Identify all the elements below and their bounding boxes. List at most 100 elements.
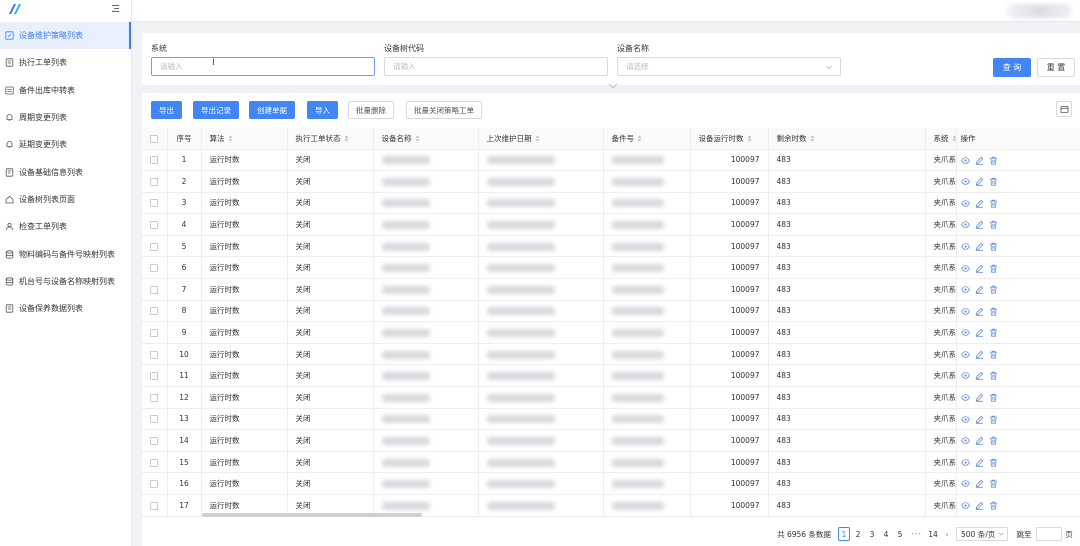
edit-pen-icon[interactable] bbox=[975, 436, 984, 445]
delete-trash-icon[interactable] bbox=[989, 285, 998, 294]
column-settings-button[interactable] bbox=[1056, 101, 1072, 117]
delete-trash-icon[interactable] bbox=[989, 199, 998, 208]
system-header[interactable]: 系统 bbox=[925, 128, 957, 150]
delete-trash-icon[interactable] bbox=[989, 458, 998, 467]
edit-pen-icon[interactable] bbox=[975, 350, 984, 359]
sidebar-item-device-info[interactable]: 设备基础信息列表 bbox=[0, 158, 131, 185]
select-all-header[interactable] bbox=[142, 128, 168, 150]
row-select-cell[interactable] bbox=[142, 429, 168, 452]
table-row[interactable]: 5 运行时数 关闭 100097 483 夹爪系 bbox=[142, 235, 1080, 258]
edit-pen-icon[interactable] bbox=[975, 307, 984, 316]
table-row[interactable]: 14 运行时数 关闭 100097 483 夹爪系 bbox=[142, 429, 1080, 452]
horizontal-scrollbar[interactable] bbox=[202, 513, 422, 517]
view-eye-icon[interactable] bbox=[960, 436, 970, 445]
sort-icon[interactable] bbox=[535, 135, 540, 142]
create-ticket-button[interactable]: 创建单据 bbox=[249, 101, 295, 119]
tree-code-input[interactable] bbox=[384, 57, 608, 76]
row-select-cell[interactable] bbox=[142, 256, 168, 280]
view-eye-icon[interactable] bbox=[960, 479, 970, 488]
user-avatar[interactable] bbox=[1006, 4, 1072, 18]
device-name-select[interactable] bbox=[617, 57, 841, 76]
sidebar-item-maintenance-data[interactable]: 设备保养数据列表 bbox=[0, 295, 131, 322]
page-4[interactable]: 4 bbox=[880, 527, 892, 541]
row-checkbox[interactable] bbox=[150, 329, 158, 338]
row-select-cell[interactable] bbox=[142, 343, 168, 366]
edit-pen-icon[interactable] bbox=[975, 393, 984, 402]
row-checkbox[interactable] bbox=[150, 242, 158, 251]
row-select-cell[interactable] bbox=[142, 364, 168, 388]
edit-pen-icon[interactable] bbox=[975, 479, 984, 489]
remaining-header[interactable]: 剩余时数 bbox=[768, 128, 926, 150]
sidebar-item-cycle-change[interactable]: 周期变更列表 bbox=[0, 104, 131, 131]
system-input[interactable] bbox=[151, 57, 375, 76]
row-select-cell[interactable] bbox=[142, 192, 168, 215]
view-eye-icon[interactable] bbox=[960, 350, 970, 359]
view-eye-icon[interactable] bbox=[960, 501, 970, 510]
edit-pen-icon[interactable] bbox=[975, 156, 984, 165]
view-eye-icon[interactable] bbox=[960, 307, 970, 316]
page-ellipsis[interactable]: ••• bbox=[908, 527, 924, 541]
edit-pen-icon[interactable] bbox=[975, 285, 984, 294]
edit-pen-icon[interactable] bbox=[975, 415, 984, 424]
delete-trash-icon[interactable] bbox=[989, 328, 998, 337]
row-checkbox[interactable] bbox=[150, 415, 158, 424]
view-eye-icon[interactable] bbox=[960, 328, 970, 337]
table-row[interactable]: 3 运行时数 关闭 100097 483 夹爪系 bbox=[142, 192, 1080, 215]
prev-page-icon[interactable]: ‹ bbox=[825, 527, 835, 541]
row-select-cell[interactable] bbox=[142, 278, 168, 301]
batch-close-orders-button[interactable]: 批量关闭策略工单 bbox=[406, 101, 482, 119]
delete-trash-icon[interactable] bbox=[989, 177, 998, 186]
page-size-select[interactable]: 500 条/页 bbox=[956, 527, 1008, 541]
batch-delete-button[interactable]: 批量删除 bbox=[348, 101, 394, 119]
row-select-cell[interactable] bbox=[142, 149, 168, 172]
table-row[interactable]: 15 运行时数 关闭 100097 483 夹爪系 bbox=[142, 451, 1080, 474]
delete-trash-icon[interactable] bbox=[989, 156, 998, 165]
row-select-cell[interactable] bbox=[142, 213, 168, 236]
next-page-icon[interactable]: › bbox=[942, 527, 952, 541]
edit-pen-icon[interactable] bbox=[975, 199, 984, 208]
row-select-cell[interactable] bbox=[142, 235, 168, 258]
row-select-cell[interactable] bbox=[142, 321, 168, 344]
delete-trash-icon[interactable] bbox=[989, 501, 998, 510]
delete-trash-icon[interactable] bbox=[989, 307, 998, 316]
table-row[interactable]: 8 运行时数 关闭 100097 483 夹爪系 bbox=[142, 300, 1080, 323]
table-row[interactable]: 9 运行时数 关闭 100097 483 夹爪系 bbox=[142, 321, 1080, 344]
device-name-header[interactable]: 设备名称 bbox=[373, 128, 479, 150]
view-eye-icon[interactable] bbox=[960, 285, 970, 294]
table-row[interactable]: 4 运行时数 关闭 100097 483 夹爪系 bbox=[142, 213, 1080, 236]
sidebar-item-spare-parts-transfer[interactable]: 备件出库中转表 bbox=[0, 77, 131, 104]
delete-trash-icon[interactable] bbox=[989, 479, 998, 489]
row-checkbox[interactable] bbox=[150, 285, 158, 294]
export-log-button[interactable]: 导出记录 bbox=[193, 101, 239, 119]
edit-pen-icon[interactable] bbox=[975, 242, 984, 251]
sidebar-item-device-tree[interactable]: 设备树列表页面 bbox=[0, 186, 131, 213]
table-row[interactable]: 13 运行时数 关闭 100097 483 夹爪系 bbox=[142, 408, 1080, 431]
view-eye-icon[interactable] bbox=[960, 156, 970, 165]
query-button[interactable]: 查 询 bbox=[993, 58, 1031, 77]
row-checkbox[interactable] bbox=[150, 458, 158, 467]
table-row[interactable]: 12 运行时数 关闭 100097 483 夹爪系 bbox=[142, 386, 1080, 409]
view-eye-icon[interactable] bbox=[960, 393, 970, 402]
edit-pen-icon[interactable] bbox=[975, 458, 984, 467]
row-checkbox[interactable] bbox=[150, 156, 158, 165]
sidebar-item-material-mapping[interactable]: 物料编码与备件号映射列表 bbox=[0, 240, 131, 267]
reset-button[interactable]: 重 置 bbox=[1037, 58, 1075, 77]
delete-trash-icon[interactable] bbox=[989, 242, 998, 251]
view-eye-icon[interactable] bbox=[960, 220, 970, 229]
row-select-cell[interactable] bbox=[142, 494, 168, 517]
sidebar-item-maintenance-strategy[interactable]: 设备维护策略列表 bbox=[0, 22, 131, 50]
run-hours-header[interactable]: 设备运行时数 bbox=[690, 128, 769, 150]
edit-pen-icon[interactable] bbox=[975, 328, 984, 337]
row-checkbox[interactable] bbox=[150, 372, 158, 381]
row-checkbox[interactable] bbox=[150, 350, 158, 359]
last-date-header[interactable]: 上次维护日期 bbox=[478, 128, 604, 150]
table-row[interactable]: 7 运行时数 关闭 100097 483 夹爪系 bbox=[142, 278, 1080, 301]
table-row[interactable]: 1 运行时数 关闭 100097 483 夹爪系 bbox=[142, 149, 1080, 172]
delete-trash-icon[interactable] bbox=[989, 350, 998, 359]
row-checkbox[interactable] bbox=[150, 480, 158, 489]
row-select-cell[interactable] bbox=[142, 170, 168, 193]
sidebar-item-delay-change[interactable]: 延期变更列表 bbox=[0, 131, 131, 158]
select-all-checkbox[interactable] bbox=[150, 134, 158, 143]
edit-pen-icon[interactable] bbox=[975, 177, 984, 186]
view-eye-icon[interactable] bbox=[960, 264, 970, 273]
